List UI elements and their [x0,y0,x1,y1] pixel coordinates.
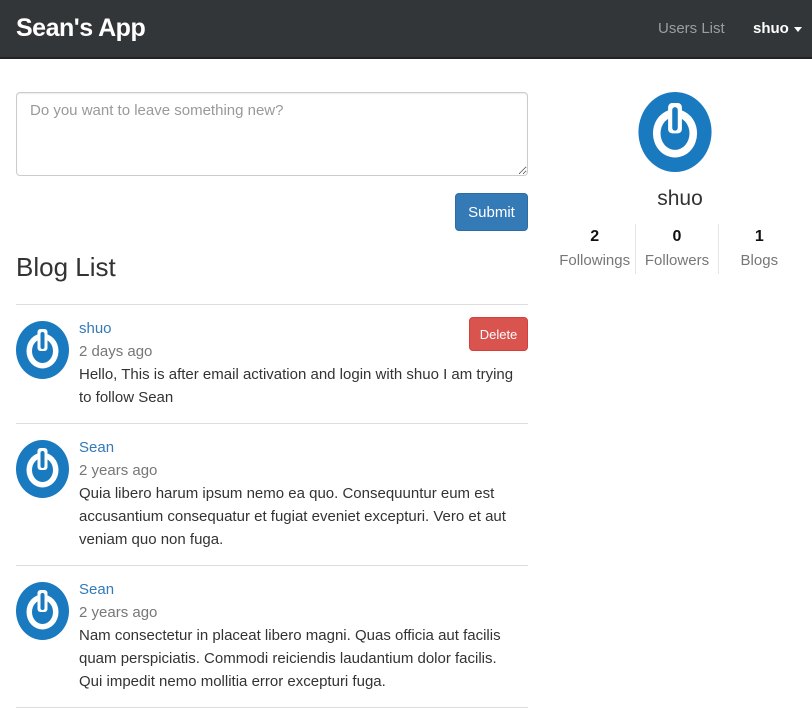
user-dropdown-label: shuo [753,20,789,37]
blog-author-link[interactable]: Sean [79,578,528,601]
blog-item: shuo 2 days ago Hello, This is after ema… [16,304,528,423]
blog-text: Nam consectetur in placeat libero magni.… [79,627,501,690]
profile-name: shuo [657,187,703,210]
blog-item: Sean 2 years ago Nam consectetur in plac… [16,565,528,707]
user-dropdown[interactable]: shuo [753,20,802,37]
profile-stats: 2 Followings 0 Followers 1 Blogs [554,224,800,274]
stat-label: Followers [644,252,710,269]
blog-timestamp: 2 years ago [79,604,158,621]
blog-author-link[interactable]: shuo [79,317,528,340]
stat-label: Blogs [740,252,779,269]
brand-logo[interactable]: Sean's App [16,14,146,43]
stat-count: 1 [754,228,764,245]
blog-item: Sean 2 years ago Quia libero harum ipsum… [16,423,528,565]
blog-author-link[interactable]: Sean [79,436,528,459]
power-avatar-icon[interactable] [16,582,69,640]
blog-timestamp: 2 years ago [79,462,158,479]
submit-button[interactable]: Submit [455,193,528,231]
blog-text: Quia libero harum ipsum nemo ea quo. Con… [79,485,506,548]
stat-label: Followings [559,252,631,269]
blog-text: Hello, This is after email activation an… [79,366,514,406]
stat-count: 2 [590,228,600,245]
navbar: Sean's App Users List shuo [0,0,812,59]
profile-avatar-icon[interactable] [638,92,712,172]
power-avatar-icon[interactable] [16,440,69,498]
blog-list-title: Blog List [16,252,116,282]
delete-button[interactable]: Delete [469,317,528,351]
blog-list: shuo 2 days ago Hello, This is after ema… [16,304,528,708]
new-blog-textarea[interactable] [16,92,528,176]
blog-timestamp: 2 days ago [79,343,153,360]
users-list-link[interactable]: Users List [658,20,725,37]
stat-followers[interactable]: 0 Followers [635,224,717,274]
caret-down-icon [793,26,802,32]
stat-followings[interactable]: 2 Followings [554,224,635,274]
stat-count: 0 [672,228,682,245]
power-avatar-icon[interactable] [16,321,69,379]
stat-blogs[interactable]: 1 Blogs [717,224,800,274]
